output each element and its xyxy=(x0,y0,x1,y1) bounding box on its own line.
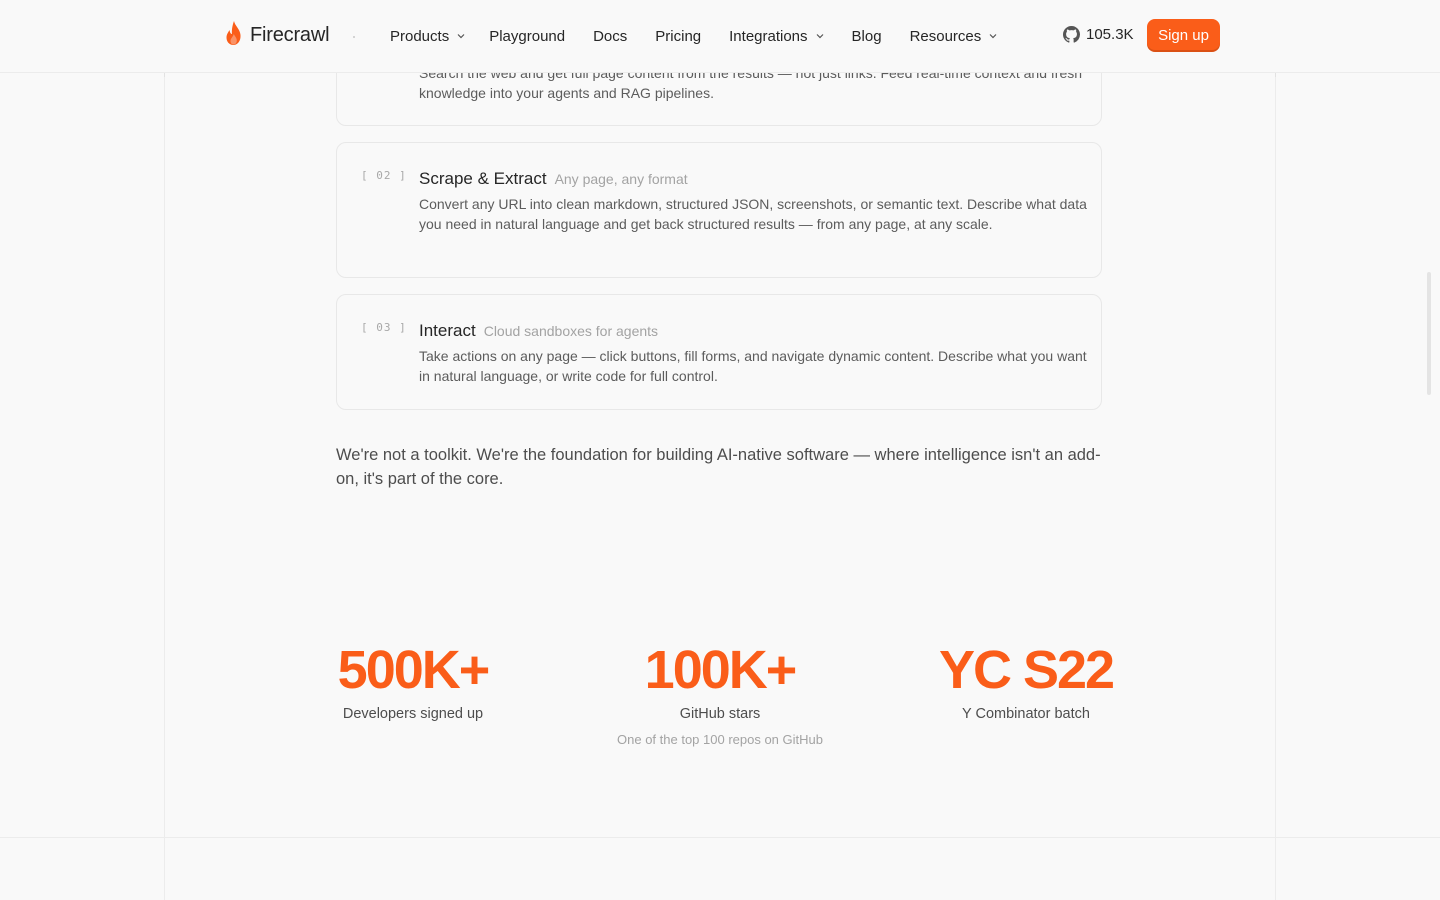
section-divider xyxy=(0,837,1440,838)
scrollbar-thumb[interactable] xyxy=(1427,272,1431,395)
nav-label: Products xyxy=(390,27,450,45)
feature-card-interact: [ 03 ] Interact Cloud sandboxes for agen… xyxy=(336,294,1102,410)
main-nav: Products Playground Docs Pricing Integra… xyxy=(390,26,997,46)
card-heading: Scrape & Extract Any page, any format xyxy=(419,169,688,189)
stat-value: 500K+ xyxy=(337,640,491,700)
logo-text: Firecrawl xyxy=(250,24,330,46)
stat-developers: 500K+ Developers signed up xyxy=(263,640,563,722)
nav-products[interactable]: Products xyxy=(390,26,465,46)
chevron-down-icon xyxy=(989,34,997,39)
card-description: Convert any URL into clean markdown, str… xyxy=(419,196,1087,232)
stat-value: YC S22 xyxy=(938,640,1115,700)
nav-label: Resources xyxy=(909,27,982,45)
site-header: Firecrawl Products Playground Docs Prici… xyxy=(0,0,1440,73)
nav-label: Blog xyxy=(851,27,882,45)
logo-link[interactable]: Firecrawl xyxy=(224,20,330,51)
nav-integrations[interactable]: Integrations xyxy=(729,26,823,46)
chevron-down-icon xyxy=(457,34,465,39)
nav-resources[interactable]: Resources xyxy=(910,26,998,46)
separator-dot xyxy=(353,36,355,38)
card-heading: Interact Cloud sandboxes for agents xyxy=(419,321,658,341)
nav-blog[interactable]: Blog xyxy=(852,26,882,46)
github-icon xyxy=(1063,26,1080,43)
card-number: [ 03 ] xyxy=(361,321,407,334)
nav-label: Integrations xyxy=(729,27,808,45)
card-title: Scrape & Extract xyxy=(419,169,547,188)
card-number: [ 02 ] xyxy=(361,169,407,182)
signup-button[interactable]: Sign up xyxy=(1147,19,1220,52)
flame-icon xyxy=(224,20,244,51)
stat-subtext: One of the top 100 repos on GitHub xyxy=(617,732,823,747)
nav-pricing[interactable]: Pricing xyxy=(655,26,701,46)
guide-line-right xyxy=(1275,0,1276,900)
stat-yc: YC S22 Y Combinator batch xyxy=(876,640,1176,722)
guide-line-left xyxy=(164,0,165,900)
nav-label: Playground xyxy=(489,27,566,45)
foundation-statement: We're not a toolkit. We're the foundatio… xyxy=(336,446,1101,488)
chevron-down-icon xyxy=(816,34,823,39)
nav-label: Docs xyxy=(593,27,628,45)
card-description: Take actions on any page — click buttons… xyxy=(419,348,1087,384)
github-star-count: 105.3K xyxy=(1086,26,1134,43)
nav-label: Pricing xyxy=(655,27,702,45)
nav-docs[interactable]: Docs xyxy=(593,26,627,46)
feature-card-scrape: [ 02 ] Scrape & Extract Any page, any fo… xyxy=(336,142,1102,278)
card-subtitle: Any page, any format xyxy=(554,171,688,187)
card-subtitle: Cloud sandboxes for agents xyxy=(483,323,659,339)
stat-label: Developers signed up xyxy=(342,706,484,722)
stat-label: GitHub stars xyxy=(679,706,761,722)
stat-value: 100K+ xyxy=(644,640,798,700)
card-title: Interact xyxy=(419,321,476,340)
stat-label: Y Combinator batch xyxy=(962,706,1090,722)
stat-github: 100K+ GitHub stars One of the top 100 re… xyxy=(570,640,870,747)
nav-playground[interactable]: Playground xyxy=(489,26,565,46)
github-stars-link[interactable]: 105.3K xyxy=(1063,26,1134,43)
